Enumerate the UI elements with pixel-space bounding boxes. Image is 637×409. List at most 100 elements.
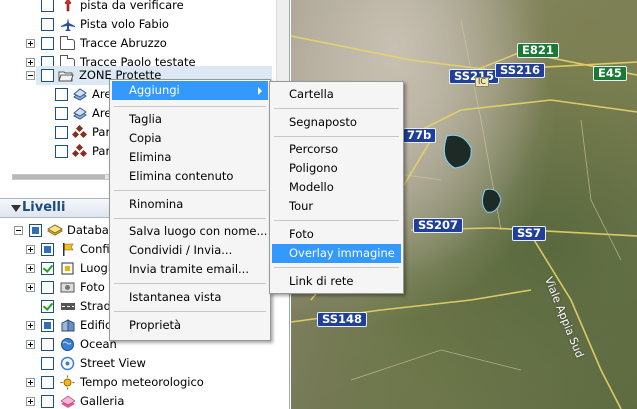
expand-icon[interactable] <box>26 397 35 406</box>
add-submenu: Cartella Segnaposto Percorso Poligono Mo… <box>269 81 404 294</box>
airplane-icon <box>60 17 76 32</box>
checkbox[interactable] <box>55 145 68 158</box>
checkbox[interactable] <box>55 126 68 139</box>
layer-item-galleria[interactable]: Galleria <box>0 392 280 409</box>
menu-item-istantanea-vista[interactable]: Istantanea vista <box>112 288 268 307</box>
road-shield-ss7: SS7 <box>512 226 547 241</box>
photo-icon <box>60 280 76 295</box>
menu-separator <box>274 108 399 109</box>
checkbox[interactable] <box>41 262 54 275</box>
checkbox[interactable] <box>41 395 54 408</box>
collapse-icon[interactable] <box>26 71 35 80</box>
weather-icon <box>60 375 76 390</box>
menu-item-taglia[interactable]: Taglia <box>112 110 268 129</box>
menu-separator <box>114 311 266 312</box>
menu-item-aggiungi[interactable]: Aggiungi <box>112 81 268 100</box>
submenu-item-poligono[interactable]: Poligono <box>272 159 401 178</box>
pin-icon <box>60 0 76 13</box>
checkbox[interactable] <box>41 37 54 50</box>
street-view-icon <box>60 356 76 371</box>
scroll-thumb[interactable] <box>13 175 105 179</box>
tree-item-label: Par <box>92 144 111 158</box>
road-shield-ss216: SS216 <box>495 63 546 78</box>
database-icon <box>46 223 64 238</box>
diamond-icon <box>71 124 88 140</box>
menu-item-proprieta[interactable]: Proprietà <box>112 316 268 335</box>
submenu-item-segnaposto[interactable]: Segnaposto <box>272 113 401 132</box>
menu-item-elimina-contenuto[interactable]: Elimina contenuto <box>112 167 268 186</box>
checkbox[interactable] <box>41 338 54 351</box>
submenu-item-cartella[interactable]: Cartella <box>272 85 401 104</box>
menu-separator <box>274 267 399 268</box>
expand-icon[interactable] <box>26 340 35 349</box>
submenu-item-tour[interactable]: Tour <box>272 197 401 216</box>
menu-separator <box>114 106 266 107</box>
menu-item-elimina[interactable]: Elimina <box>112 148 268 167</box>
checkbox[interactable] <box>41 0 54 12</box>
checkbox[interactable] <box>55 88 68 101</box>
tree-item-label: pista da verificare <box>80 0 184 12</box>
polygon-icon <box>72 106 88 121</box>
polygon-icon <box>72 87 88 102</box>
layer-item-weather[interactable]: Tempo meteorologico <box>0 373 280 392</box>
folder-icon <box>60 36 75 50</box>
checkbox[interactable] <box>29 224 42 237</box>
gallery-icon <box>60 394 76 409</box>
checkbox[interactable] <box>41 319 54 332</box>
checkbox[interactable] <box>41 300 54 313</box>
layer-item-street-view[interactable]: Street View <box>0 354 280 373</box>
road-icon <box>60 299 76 314</box>
expand-icon[interactable] <box>26 264 35 273</box>
place-icon <box>60 261 76 276</box>
expand-icon[interactable] <box>26 378 35 387</box>
expand-icon[interactable] <box>26 283 35 292</box>
checkbox[interactable] <box>41 243 54 256</box>
expand-icon[interactable] <box>26 39 35 48</box>
tree-item-label: Tracce Abruzzo <box>80 36 167 50</box>
expand-icon[interactable] <box>26 321 35 330</box>
menu-item-condividi[interactable]: Condividi / Invia... <box>112 241 268 260</box>
context-menu: Aggiungi Taglia Copia Elimina Elimina co… <box>109 79 271 341</box>
tree-item-pista-da-verificare[interactable]: pista da verificare <box>0 0 280 15</box>
road-shield-77b: 77b <box>402 128 437 143</box>
checkbox[interactable] <box>41 281 54 294</box>
expand-icon[interactable] <box>26 245 35 254</box>
submenu-item-foto[interactable]: Foto <box>272 225 401 244</box>
checkbox[interactable] <box>41 357 54 370</box>
submenu-item-percorso[interactable]: Percorso <box>272 140 401 159</box>
menu-item-copia[interactable]: Copia <box>112 129 268 148</box>
expand-icon[interactable] <box>26 58 35 67</box>
tree-item-label: Pista volo Fabio <box>80 17 169 31</box>
menu-item-label: Aggiungi <box>129 83 180 97</box>
submenu-item-link-di-rete[interactable]: Link di rete <box>272 272 401 291</box>
building-icon <box>60 318 76 333</box>
collapse-triangle-icon[interactable] <box>11 205 21 212</box>
menu-item-rinomina[interactable]: Rinomina <box>112 195 268 214</box>
flag-icon <box>60 242 76 257</box>
ocean-icon <box>60 337 76 352</box>
menu-separator <box>274 220 399 221</box>
tree-item-pista-volo-fabio[interactable]: Pista volo Fabio <box>0 15 280 34</box>
menu-item-salva-luogo[interactable]: Salva luogo con nome... <box>112 222 268 241</box>
menu-separator <box>114 218 266 219</box>
checkbox[interactable] <box>41 18 54 31</box>
toll-badge-ic: IC <box>475 77 489 87</box>
menu-separator <box>274 136 399 137</box>
checkbox[interactable] <box>41 69 54 82</box>
menu-item-invia-email[interactable]: Invia tramite email... <box>112 260 268 279</box>
tree-item-tracce-abruzzo[interactable]: Tracce Abruzzo <box>0 34 280 53</box>
folder-open-icon <box>58 68 74 83</box>
road-shield-ss207: SS207 <box>413 218 464 233</box>
layer-label: Confi <box>80 242 110 256</box>
checkbox[interactable] <box>41 376 54 389</box>
menu-separator <box>114 283 266 284</box>
road-shield-ss148: SS148 <box>317 312 368 327</box>
collapse-icon[interactable] <box>14 226 23 235</box>
tree-item-label: Par <box>92 125 111 139</box>
submenu-item-overlay-immagine[interactable]: Overlay immagine <box>272 244 401 263</box>
submenu-item-modello[interactable]: Modello <box>272 178 401 197</box>
checkbox[interactable] <box>55 107 68 120</box>
diamond-icon <box>71 143 88 159</box>
layer-label: Tempo meteorologico <box>80 375 204 389</box>
road-shield-e821: E821 <box>517 43 559 58</box>
